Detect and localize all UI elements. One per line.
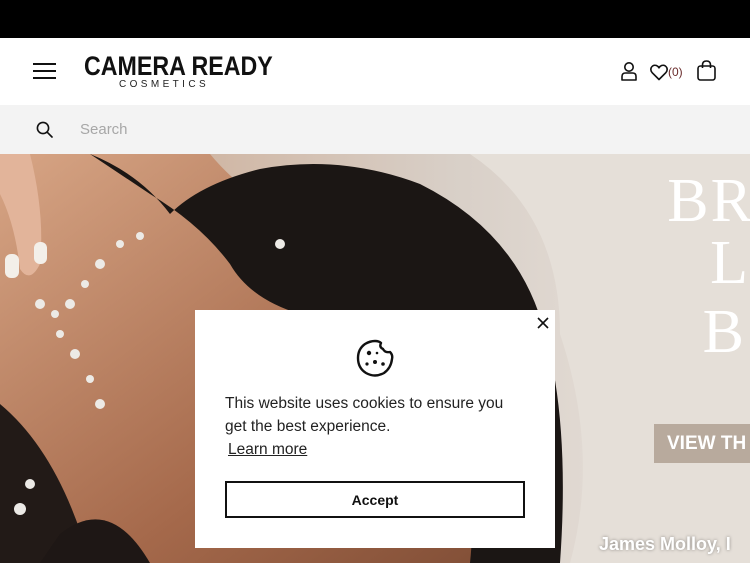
search-bar (0, 105, 750, 154)
learn-more-link[interactable]: Learn more (228, 441, 307, 459)
logo-sub-text: COSMETICS (119, 79, 210, 90)
hero-title-line-2: L (710, 229, 750, 297)
close-icon[interactable] (536, 316, 550, 330)
heart-icon (650, 63, 668, 80)
cookie-consent-dialog: This website uses cookies to ensure you … (195, 310, 555, 548)
cookie-message: This website uses cookies to ensure you … (225, 395, 504, 435)
photo-credit: James Molloy, I (599, 534, 731, 554)
brand-logo[interactable]: CAMERA READY COSMETICS (84, 51, 273, 90)
hero-title-line-1: BR (667, 167, 750, 235)
wishlist-button[interactable]: (0) (650, 62, 683, 82)
bag-icon[interactable] (697, 60, 716, 81)
wishlist-count: (0) (668, 65, 683, 79)
logo-main-text: CAMERA READY (84, 51, 273, 81)
accept-button[interactable]: Accept (225, 481, 525, 518)
user-icon[interactable] (620, 61, 638, 81)
hero-title-line-3: B (702, 298, 746, 366)
menu-icon[interactable] (33, 61, 56, 81)
site-header: CAMERA READY COSMETICS (0) (0, 38, 750, 105)
cookie-icon (356, 339, 394, 377)
hero-cta-button[interactable]: VIEW TH (654, 424, 750, 463)
search-icon[interactable] (36, 121, 53, 138)
announcement-bar (0, 0, 750, 38)
search-input[interactable] (80, 117, 680, 141)
